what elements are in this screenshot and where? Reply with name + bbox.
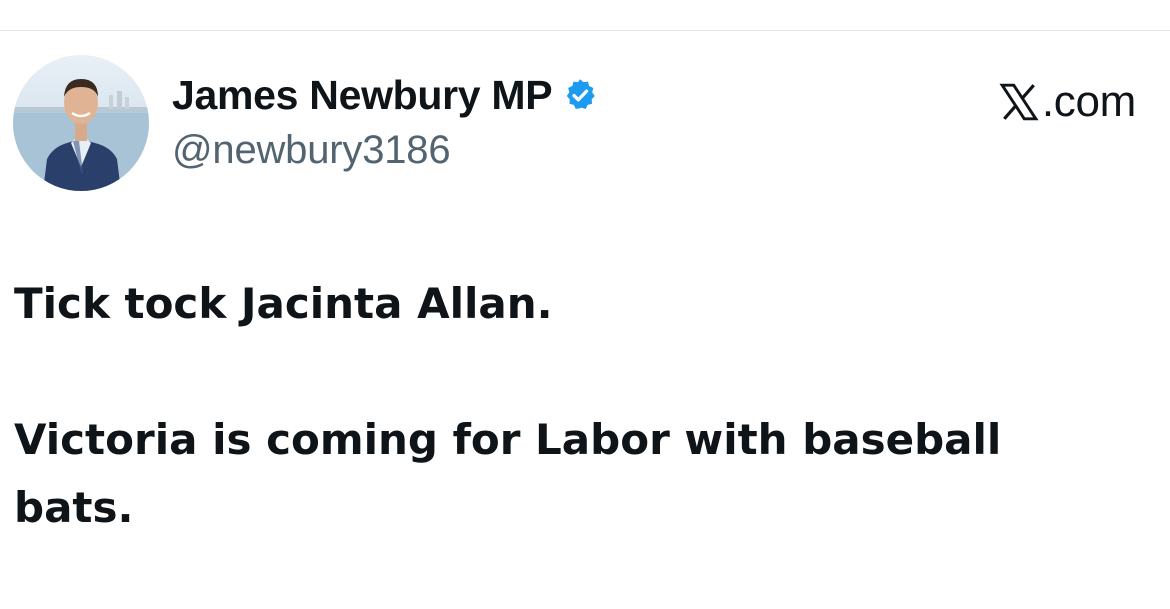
post-text-line: Tick tock Jacinta Allan. [14,279,553,328]
site-brand: .com [998,74,1136,130]
author-name-row: James Newbury MP [172,70,598,120]
verified-badge-icon[interactable] [562,77,598,113]
post-text-line: bats. [14,483,134,532]
site-domain: .com [1041,77,1136,126]
author-display-name[interactable]: James Newbury MP [172,72,553,119]
x-logo-icon [998,80,1040,124]
author-handle[interactable]: @newbury3186 [172,128,451,173]
avatar[interactable] [13,55,149,191]
top-divider [0,30,1170,31]
post-text-line: Victoria is coming for Labor with baseba… [14,415,1002,464]
post-text: Tick tock Jacinta Allan. Victoria is com… [14,270,1134,542]
